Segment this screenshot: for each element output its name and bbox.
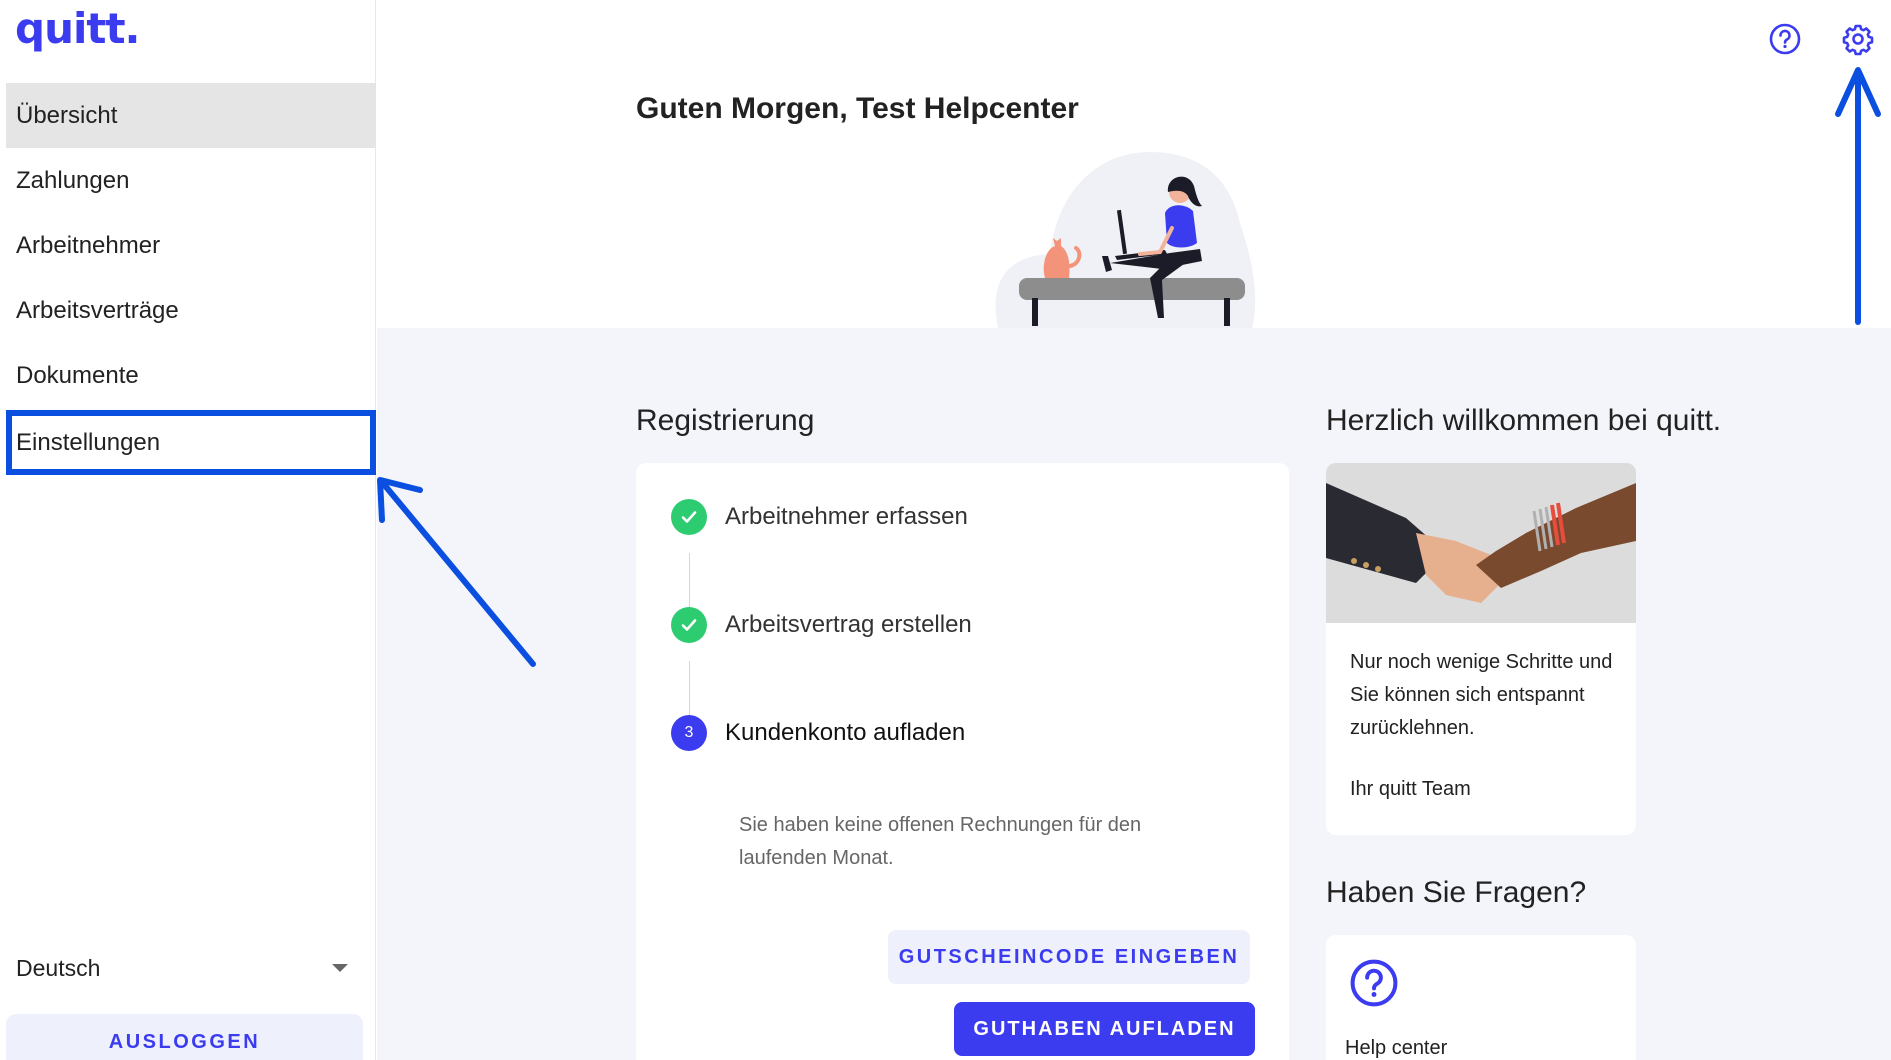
- welcome-card: Nur noch wenige Schritte und Sie können …: [1326, 463, 1636, 835]
- help-center-link[interactable]: Help center: [1345, 1037, 1447, 1060]
- sidebar-item-arbeitsvertraege[interactable]: Arbeitsverträge: [6, 278, 376, 343]
- language-select-value: Deutsch: [16, 954, 101, 981]
- step-number-badge: 3: [671, 715, 707, 751]
- help-center-card[interactable]: Help center: [1326, 935, 1636, 1060]
- step-arbeitsvertrag-erstellen[interactable]: Arbeitsvertrag erstellen: [671, 607, 972, 643]
- step-kundenkonto-aufladen[interactable]: 3 Kundenkonto aufladen: [671, 715, 965, 751]
- sidebar-item-dokumente[interactable]: Dokumente: [6, 343, 376, 408]
- checkmark-icon: [671, 499, 707, 535]
- sidebar-item-uebersicht[interactable]: Übersicht: [6, 83, 376, 148]
- sidebar-nav: Übersicht Zahlungen Arbeitnehmer Arbeits…: [6, 83, 376, 475]
- step-label: Arbeitsvertrag erstellen: [725, 611, 972, 638]
- relaxing-person-illustration: [995, 152, 1256, 328]
- top-up-balance-button[interactable]: GUTHABEN AUFLADEN: [954, 1002, 1255, 1056]
- language-select[interactable]: Deutsch: [16, 950, 356, 986]
- step-arbeitnehmer-erfassen[interactable]: Arbeitnehmer erfassen: [671, 499, 968, 535]
- welcome-signature: Ihr quitt Team: [1350, 778, 1471, 800]
- checkmark-icon: [671, 607, 707, 643]
- registration-title: Registrierung: [636, 404, 815, 437]
- quitt-logo[interactable]: quitt.: [15, 4, 140, 53]
- welcome-message: Nur noch wenige Schritte und Sie können …: [1350, 651, 1613, 739]
- questions-title: Haben Sie Fragen?: [1326, 876, 1587, 909]
- gear-icon[interactable]: [1841, 22, 1875, 56]
- logout-button[interactable]: AUSLOGGEN: [6, 1014, 363, 1060]
- help-circle-icon[interactable]: [1768, 22, 1802, 56]
- step-label: Kundenkonto aufladen: [725, 719, 966, 746]
- step-label: Arbeitnehmer erfassen: [725, 503, 968, 530]
- chevron-down-icon: [332, 964, 348, 972]
- no-invoices-message: Sie haben keine offenen Rechnungen für d…: [739, 814, 1142, 869]
- sidebar: quitt. Übersicht Zahlungen Arbeitnehmer …: [0, 0, 376, 1060]
- enter-voucher-button[interactable]: GUTSCHEINCODE EINGEBEN: [888, 930, 1250, 984]
- registration-card: Arbeitnehmer erfassen Arbeitsvertrag ers…: [636, 463, 1289, 1060]
- welcome-title: Herzlich willkommen bei quitt.: [1326, 404, 1722, 437]
- sidebar-item-einstellungen[interactable]: Einstellungen: [6, 410, 376, 475]
- sidebar-item-zahlungen[interactable]: Zahlungen: [6, 148, 376, 213]
- sidebar-item-arbeitnehmer[interactable]: Arbeitnehmer: [6, 213, 376, 278]
- help-circle-icon: [1350, 959, 1398, 1007]
- page-greeting: Guten Morgen, Test Helpcenter: [636, 92, 1079, 125]
- handshake-image: [1326, 463, 1636, 623]
